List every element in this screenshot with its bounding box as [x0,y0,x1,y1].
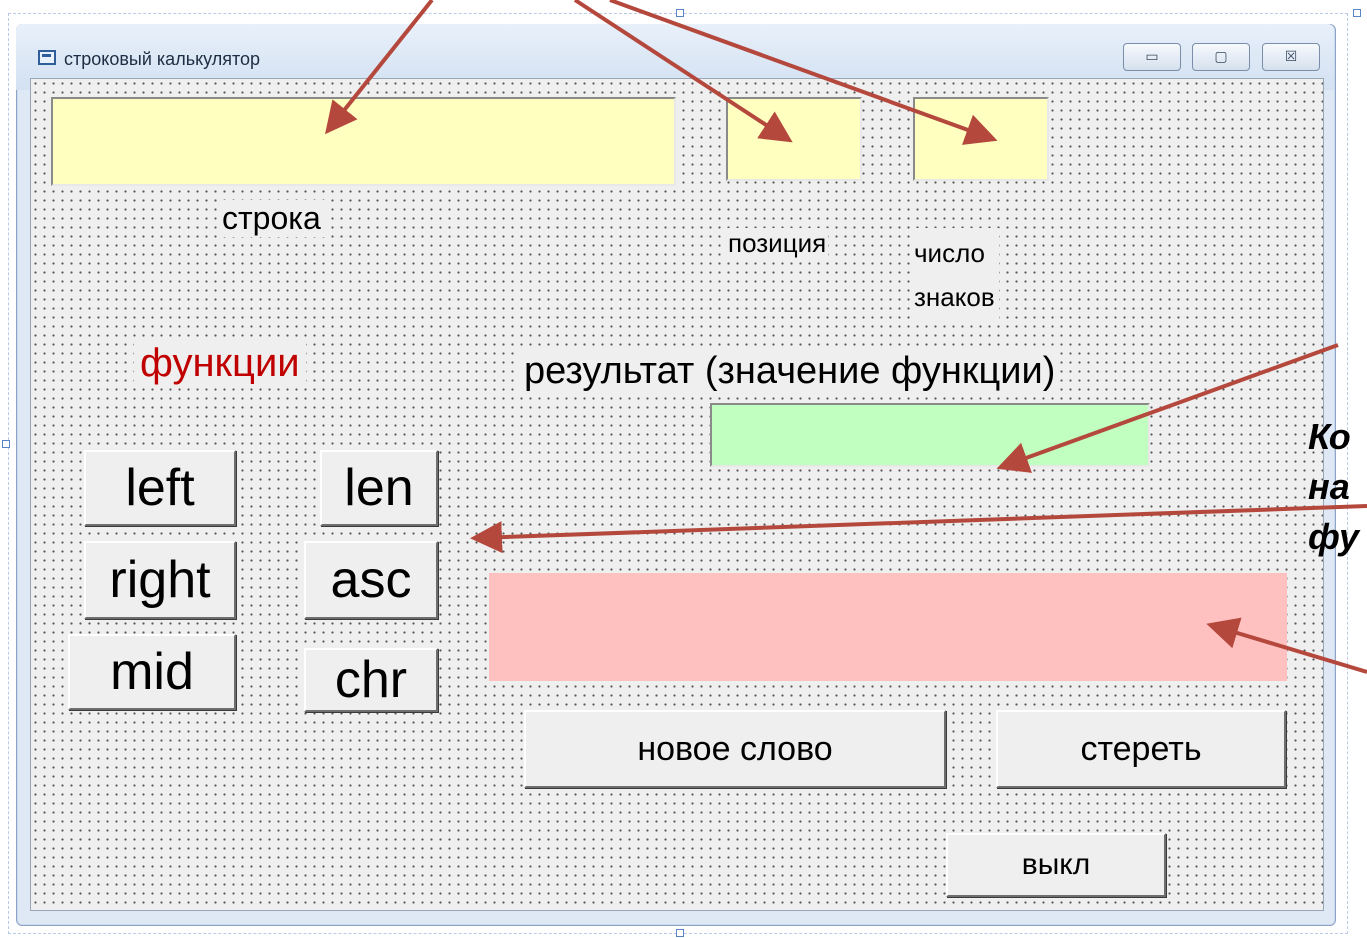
arrow-to-position-input [573,0,793,143]
arrow-to-error-output [1206,617,1367,674]
arrow-to-string-input [325,0,434,135]
annotation-arrows [325,0,1367,674]
arrow-to-count-input [609,0,998,145]
arrow-to-result-output [996,343,1339,473]
arrow-to-function-buttons [470,504,1367,554]
